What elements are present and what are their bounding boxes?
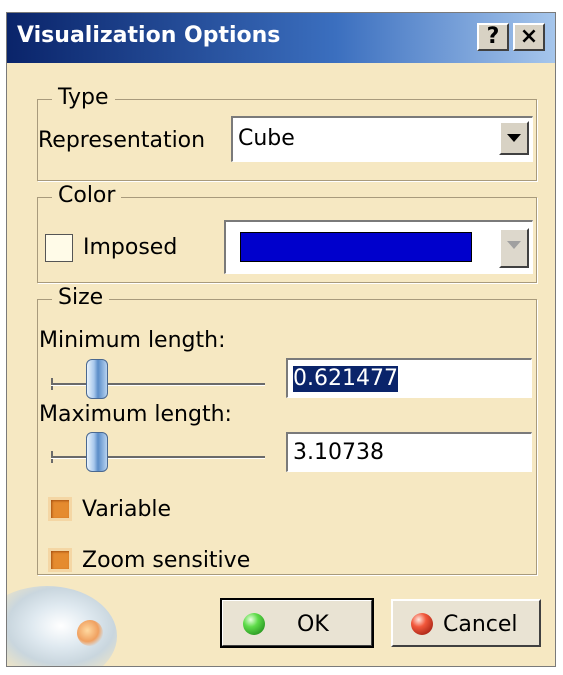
- slider-track: [51, 383, 265, 386]
- variable-checkbox[interactable]: [48, 497, 72, 521]
- help-button[interactable]: ?: [477, 23, 509, 51]
- imposed-label: Imposed: [83, 235, 178, 260]
- red-ball-icon: [411, 613, 433, 635]
- color-swatch: [240, 232, 472, 262]
- min-length-slider[interactable]: [48, 358, 268, 400]
- imposed-checkbox[interactable]: [45, 234, 73, 262]
- type-legend: Type: [52, 85, 115, 111]
- variable-label: Variable: [82, 497, 172, 522]
- chevron-down-icon[interactable]: [499, 121, 529, 155]
- ok-label: OK: [297, 612, 329, 637]
- min-length-input[interactable]: 0.621477: [286, 358, 532, 398]
- green-ball-icon: [243, 613, 265, 635]
- representation-label: Representation: [38, 128, 206, 153]
- representation-combo[interactable]: Cube: [231, 116, 533, 162]
- size-legend: Size: [52, 285, 110, 311]
- close-icon: ×: [519, 24, 539, 49]
- slider-thumb[interactable]: [86, 432, 108, 472]
- max-length-label: Maximum length:: [39, 402, 232, 427]
- max-length-input[interactable]: 3.10738: [286, 432, 532, 472]
- slider-track: [51, 456, 265, 459]
- min-length-value: 0.621477: [293, 366, 398, 392]
- min-length-label: Minimum length:: [39, 328, 226, 353]
- dialog-title: Visualization Options: [17, 23, 281, 48]
- type-group: Type Representation Cube: [37, 85, 537, 181]
- color-group: Color Imposed: [37, 183, 537, 283]
- cancel-label: Cancel: [443, 612, 518, 637]
- ok-button[interactable]: OK: [220, 598, 374, 648]
- chevron-down-icon: [499, 228, 529, 268]
- zoom-sensitive-checkbox[interactable]: [48, 548, 72, 572]
- zoom-sensitive-label: Zoom sensitive: [82, 548, 251, 573]
- decorative-corner-glow: [77, 620, 103, 646]
- max-length-value: 3.10738: [293, 440, 384, 465]
- color-combo[interactable]: [224, 220, 533, 274]
- visualization-options-dialog: Visualization Options ? × Type Represent…: [6, 12, 556, 667]
- representation-value: Cube: [238, 126, 295, 151]
- slider-thumb[interactable]: [86, 359, 108, 399]
- help-icon: ?: [486, 24, 500, 49]
- title-bar[interactable]: Visualization Options ? ×: [7, 13, 555, 63]
- cancel-button[interactable]: Cancel: [391, 599, 541, 647]
- close-button[interactable]: ×: [513, 23, 545, 51]
- max-length-slider[interactable]: [48, 431, 268, 473]
- color-legend: Color: [52, 183, 122, 209]
- size-group: Size Minimum length: 0.621477 Maximum le…: [37, 285, 537, 575]
